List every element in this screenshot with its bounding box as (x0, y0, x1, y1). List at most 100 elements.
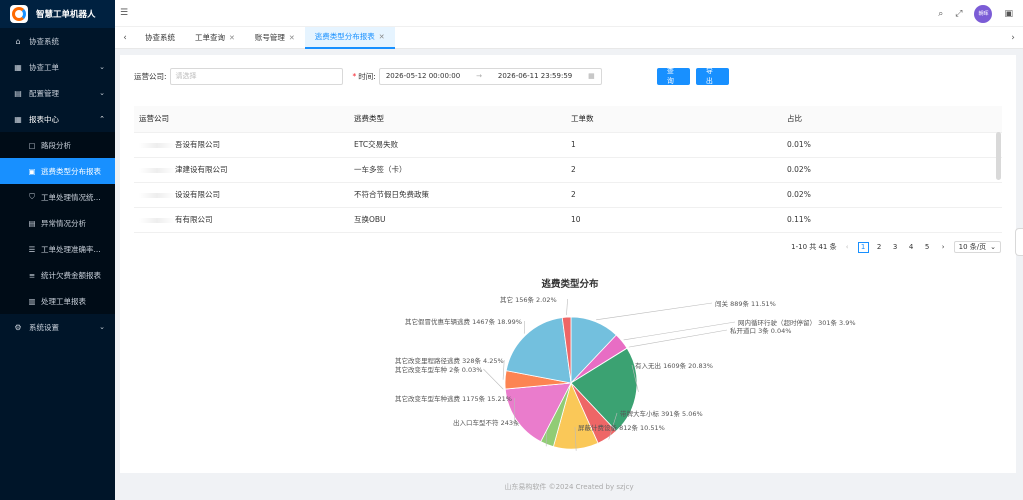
sidebar-item-config[interactable]: ▤ 配置管理 ⌄ (0, 80, 115, 106)
pie-chart: 逃费类型分布 闯关 889条 11.51% 网内循环行驶（超时停留） 301条 3… (120, 270, 1016, 470)
cell-type: 不符合节假日免费政策 (349, 182, 566, 208)
sidebar-item-assist-system[interactable]: ⌂ 协查系统 (0, 28, 115, 54)
sidebar-item-assist-orders[interactable]: ▦ 协查工单 ⌄ (0, 54, 115, 80)
sidebar-item-label: 系统设置 (29, 322, 59, 332)
table-header-row: 运营公司 逃费类型 工单数 占比 (134, 106, 1002, 133)
avatar[interactable]: 朝晖 (974, 4, 993, 23)
report-table: 运营公司 逃费类型 工单数 占比 吾设有限公司 ETC交易失败 1 0.01% … (134, 106, 1002, 233)
col-count[interactable]: 工单数 (566, 106, 782, 133)
reports-submenu: ▢ 路段分析 ▣ 逃费类型分布报表 ⛉ 工单处理情况统... ▤ 异常情况分析 … (0, 132, 115, 314)
cell-ratio: 0.01% (782, 132, 1002, 158)
cell-count: 1 (566, 132, 782, 158)
pie-slice-label: 私开道口 3条 0.04% (730, 326, 791, 335)
col-ratio[interactable]: 占比 (782, 106, 1002, 133)
sidebar-item-segment-analysis[interactable]: ▢ 路段分析 (0, 132, 115, 158)
cell-company: 设设有限公司 (134, 182, 349, 208)
shield-icon: ⛉ (29, 192, 35, 201)
sidebar-item-arrears-report[interactable]: ≡ 统计欠费金额报表 (0, 262, 115, 288)
sidebar-item-settings[interactable]: ⚙ 系统设置 ⌄ (0, 314, 115, 340)
sidebar-item-label: 工单处理情况统... (41, 192, 101, 202)
chevron-down-icon: ⌄ (990, 243, 996, 251)
pie-svg: 闯关 889条 11.51% 网内循环行驶（超时停留） 301条 3.9%私开道口… (395, 295, 856, 451)
sidebar-item-label: 协查系统 (29, 36, 59, 46)
close-icon[interactable]: ✕ (289, 34, 295, 42)
required-mark: * (352, 71, 357, 81)
col-type[interactable]: 逃费类型 (349, 106, 566, 133)
pie-label-line (628, 329, 728, 348)
sidebar: 智慧工单机器人 ⌂ 协查系统 ▦ 协查工单 ⌄ ▤ 配置管理 ⌄ ▦ 报表中心 … (0, 0, 115, 500)
page-5[interactable]: 5 (922, 242, 933, 253)
table-row[interactable]: 津建设有限公司 一车多签（卡） 2 0.02% (134, 157, 1002, 183)
app-logo (10, 5, 28, 23)
sidebar-item-evasion-type-report[interactable]: ▣ 逃费类型分布报表 (0, 158, 115, 184)
sidebar-item-anomaly-analysis[interactable]: ▤ 异常情况分析 (0, 210, 115, 236)
sidebar-item-label: 协查工单 (29, 62, 59, 72)
company-label: 运营公司: (134, 71, 167, 81)
page-2[interactable]: 2 (874, 242, 885, 253)
page-3[interactable]: 3 (890, 242, 901, 253)
cell-company: 有有限公司 (134, 207, 349, 233)
range-arrow-icon: → (476, 72, 482, 80)
sidebar-item-accuracy[interactable]: ☰ 工单处理准确率... (0, 236, 115, 262)
cell-ratio: 0.11% (782, 207, 1002, 233)
prev-page-icon[interactable]: ‹ (842, 242, 853, 253)
page-4[interactable]: 4 (906, 242, 917, 253)
tab-label: 账号管理 (254, 33, 285, 42)
doc-icon: ▤ (28, 218, 36, 228)
pie-label-line (596, 302, 713, 321)
footer: 山东易构软件 ©2024 Created by szjcy (504, 483, 634, 491)
pie-slice-label: 其它改变里程路径逃费 328条 4.25% (395, 356, 504, 365)
sidebar-item-label: 逃费类型分布报表 (41, 166, 101, 176)
cell-company: 津建设有限公司 (134, 157, 349, 183)
tab-account-management[interactable]: 账号管理 ✕ (245, 27, 305, 49)
sidebar-item-label: 路段分析 (41, 140, 71, 150)
fullscreen-icon[interactable]: ⤢ (955, 9, 962, 19)
side-drawer-handle[interactable] (1015, 228, 1023, 256)
file-icon: ▢ (28, 140, 36, 150)
search-icon[interactable]: ⌕ (938, 9, 943, 19)
col-company[interactable]: 运营公司 (134, 106, 349, 133)
table-row[interactable]: 设设有限公司 不符合节假日免费政策 2 0.02% (134, 182, 1002, 208)
company-select[interactable]: 请选择 (169, 67, 343, 85)
chevron-down-icon: ⌄ (99, 63, 105, 71)
date-range-picker[interactable]: 2026-05-12 00:00:00 → 2026-06-11 23:59:5… (378, 67, 602, 85)
sidebar-item-reports[interactable]: ▦ 报表中心 ⌃ (0, 106, 115, 132)
bars-icon: ≡ (28, 270, 36, 280)
sidebar-item-processed-orders[interactable]: ▥ 处理工单报表 (0, 288, 115, 314)
pagination: 1-10 共 41 条 ‹ 1 2 3 4 5 › 10 条/页 ⌄ (791, 241, 1001, 253)
table-row[interactable]: 吾设有限公司 ETC交易失败 1 0.01% (134, 132, 1002, 158)
export-button[interactable]: 导 出 (695, 67, 729, 85)
tabs-prev-icon[interactable]: ‹ (115, 33, 135, 43)
layout-icon[interactable]: ▣ (1004, 9, 1013, 19)
sidebar-item-label: 处理工单报表 (41, 296, 86, 306)
tab-assist-system[interactable]: 协查系统 (135, 27, 185, 49)
page-size-select[interactable]: 10 条/页 ⌄ (953, 241, 1001, 253)
start-date: 2026-05-12 00:00:00 (385, 72, 461, 80)
pie-slice-label: 有入无出 1609条 20.83% (635, 361, 713, 370)
sidebar-item-order-handling-stats[interactable]: ⛉ 工单处理情况统... (0, 184, 115, 210)
tab-label: 逃费类型分布报表 (314, 32, 375, 41)
table-scrollbar[interactable] (996, 132, 1001, 180)
query-button[interactable]: 查 询 (656, 67, 690, 85)
table-row[interactable]: 有有限公司 互换OBU 10 0.11% (134, 207, 1002, 233)
next-page-icon[interactable]: › (938, 242, 949, 253)
tab-order-query[interactable]: 工单查询 ✕ (185, 27, 245, 49)
pie-slice-label: 带牌大车小标 391条 5.06% (620, 409, 703, 418)
app-title: 智慧工单机器人 (36, 10, 96, 20)
sidebar-item-label: 工单处理准确率... (41, 244, 101, 254)
tab-evasion-type-report[interactable]: 逃费类型分布报表 ✕ (304, 26, 395, 49)
chart-title: 逃费类型分布 (541, 279, 599, 290)
top-header: ☰ ⌕ ⤢ 朝晖 ▣ (115, 0, 1023, 27)
tabs-next-icon[interactable]: › (1003, 33, 1023, 43)
menu-fold-icon[interactable]: ☰ (120, 8, 128, 18)
tab-label: 工单查询 (195, 33, 225, 42)
page-1[interactable]: 1 (857, 241, 869, 253)
pie-slice-label: 其它改变车型车种 2条 0.03% (395, 365, 482, 374)
time-label: 时间: (358, 71, 376, 81)
gear-icon: ⚙ (14, 322, 22, 332)
close-icon[interactable]: ✕ (229, 34, 235, 42)
pie-label-line (566, 298, 568, 316)
main-content: 运营公司: 请选择 * 时间: 2026-05-12 00:00:00 → 20… (120, 55, 1016, 473)
close-icon[interactable]: ✕ (379, 33, 385, 41)
cell-type: 互换OBU (349, 207, 566, 233)
